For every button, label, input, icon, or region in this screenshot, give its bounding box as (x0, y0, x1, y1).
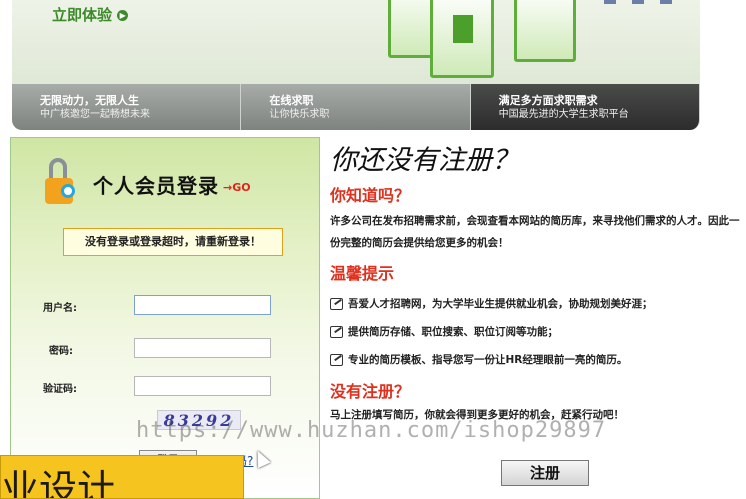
pen-icon (330, 298, 343, 310)
login-title-text: 个人会员登录 (93, 173, 219, 198)
banner-tab-1[interactable]: 在线求职 让你快乐求职 (241, 84, 471, 130)
banner-tab-subtitle: 中广核邀您一起畅想未来 (40, 109, 150, 120)
document-graphic (514, 0, 576, 62)
tip-text: 提供简历存储、职位搜索、职位订阅等功能； (348, 326, 558, 338)
top-banner: 立即体验 ▶ (12, 0, 700, 84)
toolbar-icons (604, 0, 672, 4)
register-info: 你还没有注册？ 你知道吗？ 许多公司在发布招聘需求前，会现查看本网站的简历库，来… (330, 138, 740, 486)
know-title: 你知道吗？ (330, 186, 411, 205)
pen-icon (330, 326, 343, 338)
pen-icon (330, 354, 343, 366)
login-title: 个人会员登录 →GO (41, 158, 251, 210)
watermark-text: https://www.huzhan.com/ishop29897 (136, 418, 607, 443)
tip-item: 专业的简历模板、指导您写一份让HR经理眼前一亮的简历。 (330, 352, 740, 368)
username-input[interactable] (134, 295, 271, 315)
captcha-label: 验证码: (43, 384, 77, 395)
tips-title: 温馨提示 (330, 264, 395, 283)
banner-tab-title: 在线求职 (269, 94, 314, 107)
banner-tab-subtitle: 中国最先进的大学生求职平台 (498, 109, 629, 120)
password-input[interactable] (134, 338, 271, 358)
mouse-cursor-icon (251, 447, 271, 469)
go-label: →GO (223, 180, 251, 194)
check-icon (453, 15, 473, 43)
login-timeout-notice: 没有登录或登录超时，请重新登录！ (63, 228, 283, 256)
tip-item: 提供简历存储、职位搜索、职位订阅等功能； (330, 324, 740, 340)
toolbar-icon[interactable] (604, 0, 616, 4)
tip-item: 吾爱人才招聘网，为大学毕业生提供就业机会，协助规划美好涯； (330, 296, 740, 312)
login-panel: 个人会员登录 →GO 没有登录或登录超时，请重新登录！ 用户名: 密码: 验证码… (10, 137, 320, 499)
banner-tab-title: 满足多方面求职需求 (498, 94, 598, 107)
arrow-right-icon: ▶ (117, 10, 129, 21)
promo-overlay-text: 业设计 (1, 467, 116, 499)
banner-tab-0[interactable]: 无限动力，无限人生 中广核邀您一起畅想未来 (12, 84, 242, 130)
toolbar-icon[interactable] (660, 0, 672, 4)
promo-overlay: 业设计 (0, 455, 244, 499)
know-text: 许多公司在发布招聘需求前，会现查看本网站的简历库，来寻找他们需求的人才。因此一份… (330, 215, 740, 249)
lock-icon (41, 158, 87, 210)
toolbar-icon[interactable] (632, 0, 644, 4)
tip-text: 吾爱人才招聘网，为大学毕业生提供就业机会，协助规划美好涯； (348, 298, 653, 310)
banner-tab-subtitle: 让你快乐求职 (269, 109, 330, 120)
register-button[interactable]: 注册 (501, 460, 589, 486)
document-graphic (430, 0, 494, 78)
trial-button-label: 立即体验 (52, 6, 113, 24)
password-label: 密码: (49, 346, 73, 357)
page-title: 你还没有注册？ (330, 145, 519, 176)
banner-tab-2[interactable]: 满足多方面求职需求 中国最先进的大学生求职平台 (470, 84, 700, 130)
username-label: 用户名: (43, 303, 77, 314)
go-text: GO (232, 180, 251, 194)
unregistered-title: 没有注册？ (330, 382, 411, 401)
captcha-input[interactable] (134, 376, 271, 396)
banner-tab-title: 无限动力，无限人生 (40, 94, 139, 107)
tip-text: 专业的简历模板、指导您写一份让HR经理眼前一亮的简历。 (348, 354, 628, 366)
banner-tabs: 无限动力，无限人生 中广核邀您一起畅想未来 在线求职 让你快乐求职 满足多方面求… (12, 84, 700, 130)
trial-button[interactable]: 立即体验 ▶ (52, 4, 129, 25)
